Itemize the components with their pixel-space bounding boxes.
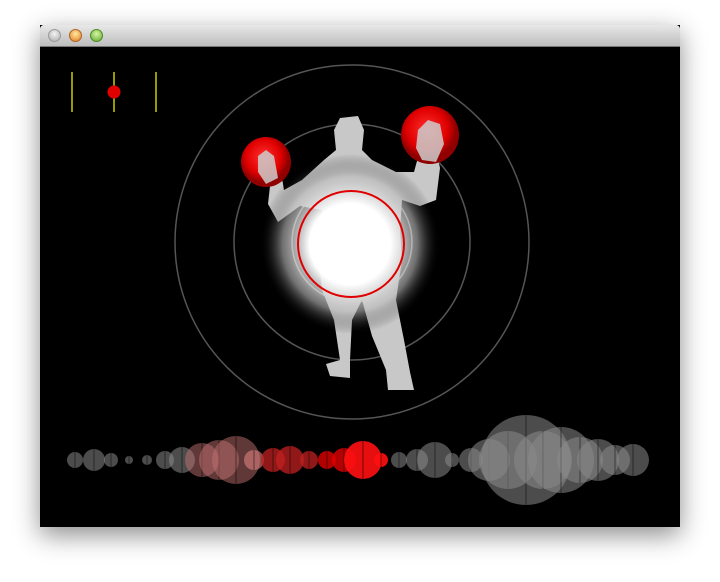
position-marker <box>107 85 121 99</box>
minimize-button[interactable] <box>69 29 82 42</box>
close-button[interactable] <box>48 29 61 42</box>
center-glow <box>260 154 440 334</box>
zoom-button[interactable] <box>90 29 103 42</box>
app-window <box>40 25 680 527</box>
visualization-canvas <box>40 47 680 527</box>
title-bar[interactable] <box>40 25 680 47</box>
